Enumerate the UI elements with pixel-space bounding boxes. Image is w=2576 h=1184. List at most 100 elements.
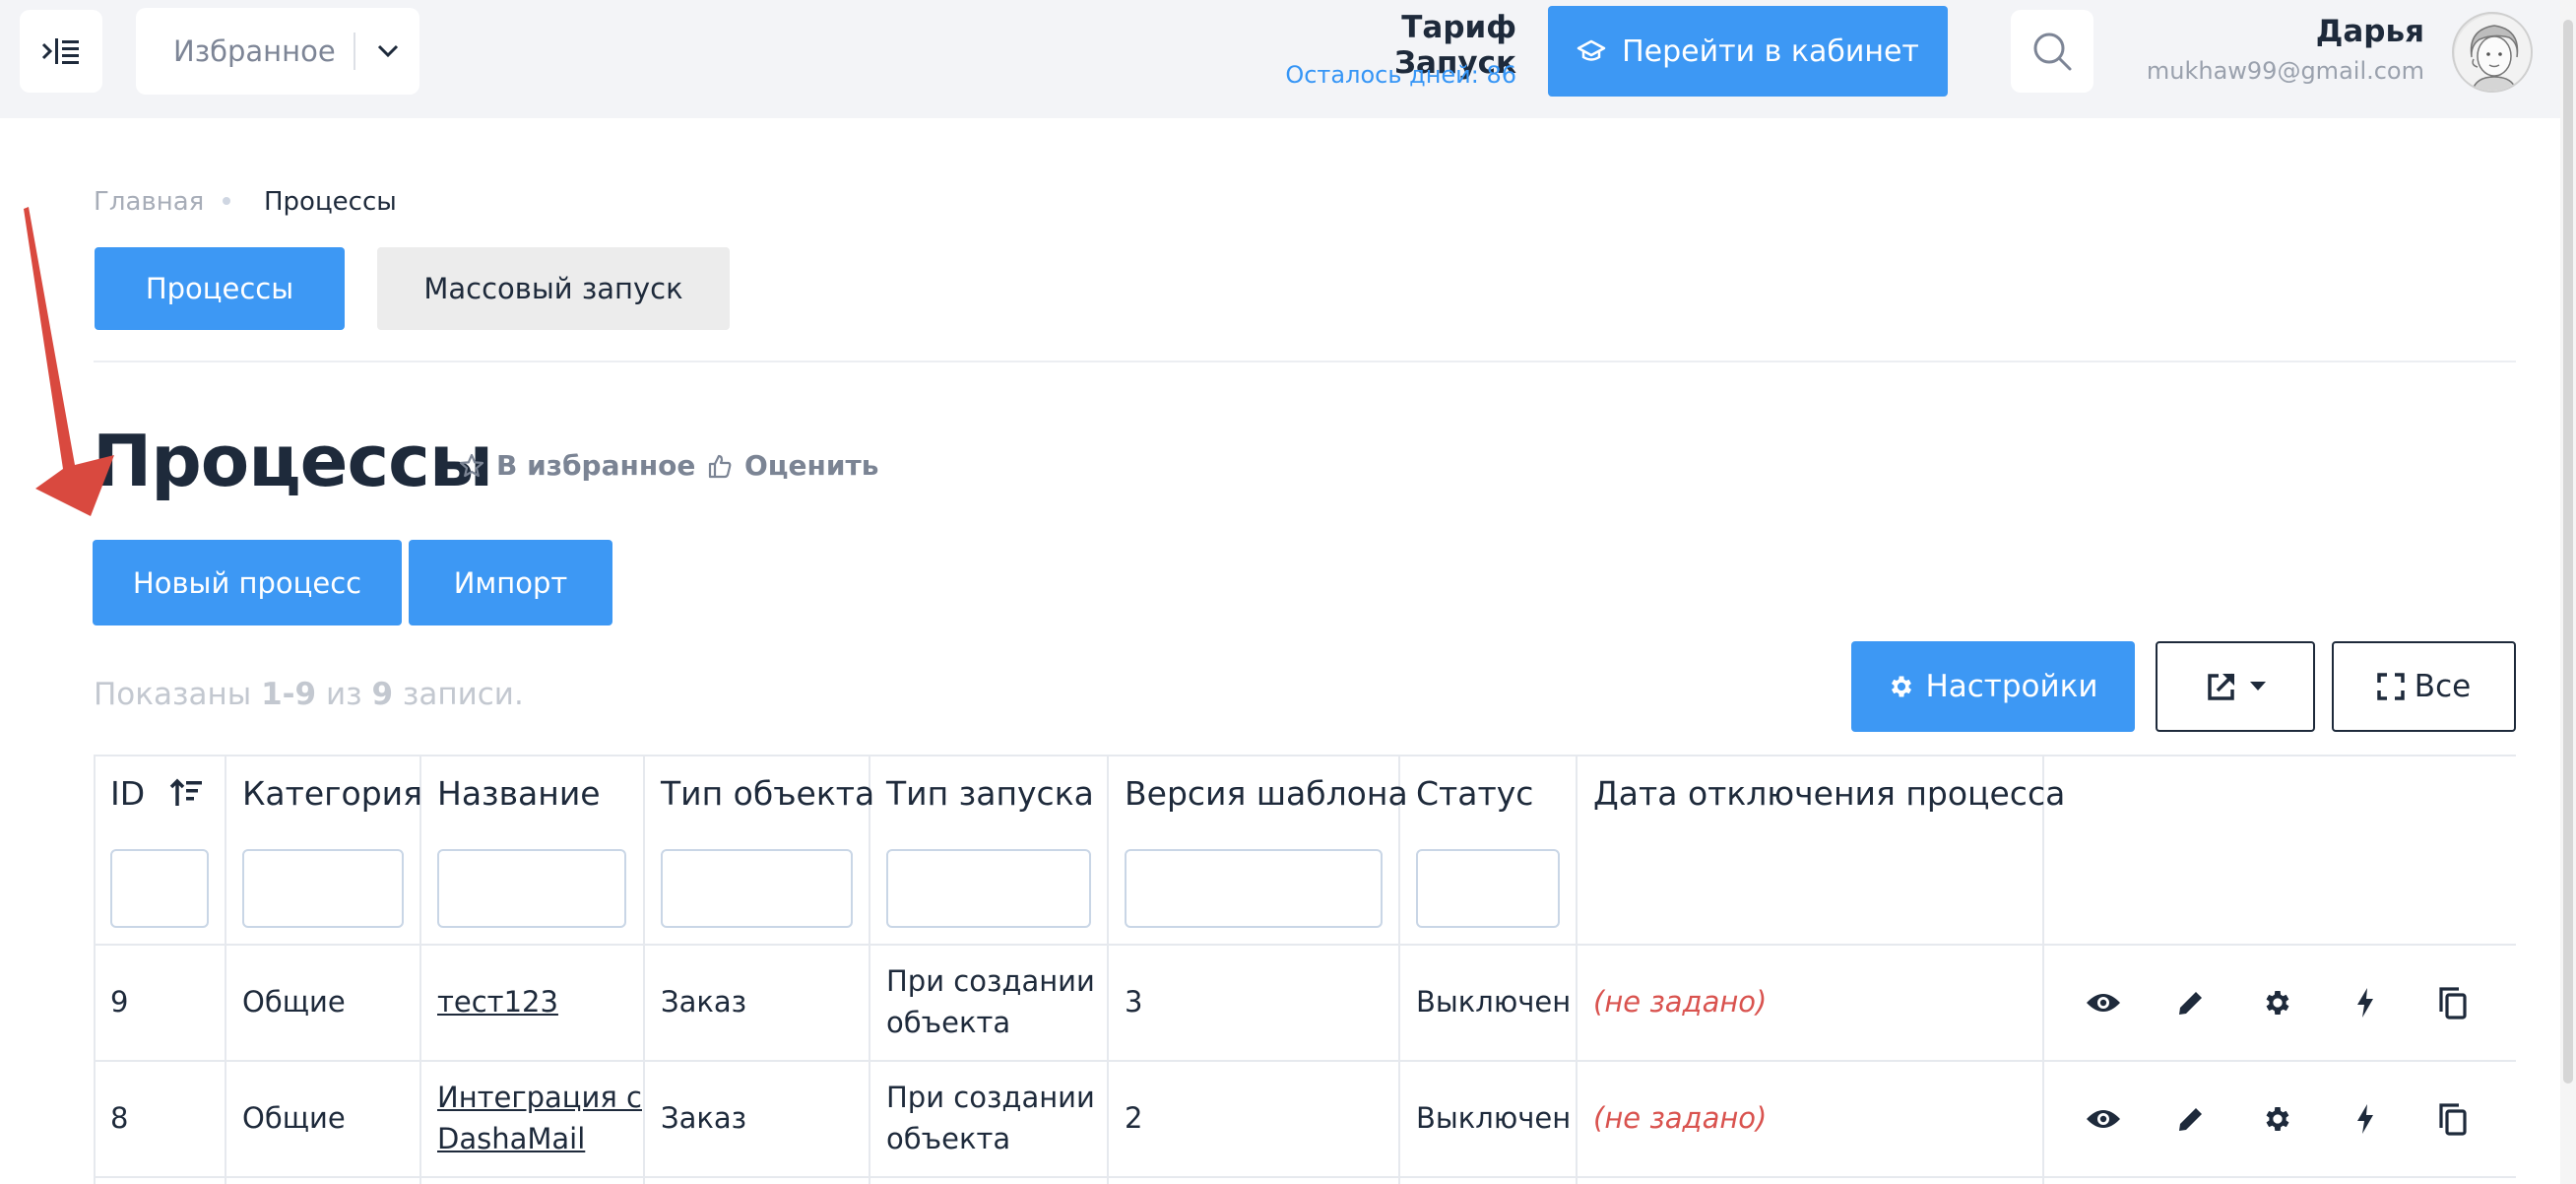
filter-status-input[interactable] [1416,849,1560,928]
col-border [2042,755,2044,1184]
col-border [419,755,421,1184]
column-header-status[interactable]: Статус [1416,774,1533,813]
row-1-version: 3 [1125,985,1143,1019]
table-header-border [94,944,2516,946]
page-title: Процессы [93,420,493,502]
row-2-status: Выключен [1416,1101,1572,1135]
row-2-disable-date: (не задано) [1593,1101,1768,1135]
column-header-id[interactable]: ID [110,774,203,813]
copy-icon[interactable] [2433,1099,2473,1139]
column-header-name[interactable]: Название [437,774,601,813]
favorites-label: Избранное [173,34,336,68]
col-border [1107,755,1109,1184]
records-summary-suffix: записи. [393,677,524,712]
external-link-icon [2208,673,2235,700]
row-2-id: 8 [110,1101,129,1135]
sidebar-toggle-button[interactable] [20,10,102,93]
col-border [225,755,226,1184]
row-2-name-link-line2[interactable]: DashaMail [437,1118,585,1159]
settings-button[interactable]: Настройки [1851,641,2135,732]
col-border [643,755,645,1184]
filter-id-input[interactable] [110,849,209,928]
filter-name-input[interactable] [437,849,626,928]
rate-link[interactable]: Оценить [707,449,878,482]
tariff-days-left: Осталось дней: 86 [1285,61,1516,89]
search-icon [2033,33,2072,71]
red-arrow-annotation [24,207,114,516]
bolt-icon[interactable] [2346,1099,2385,1139]
pencil-icon[interactable] [2171,983,2211,1022]
copy-icon[interactable] [2433,983,2473,1022]
table-border-top [94,755,2516,756]
col-border [1398,755,1400,1184]
eye-icon[interactable] [2084,1099,2123,1139]
gear-icon[interactable] [2258,1099,2297,1139]
pencil-icon[interactable] [2171,1099,2211,1139]
records-summary-prefix: Показаны [94,677,262,712]
show-all-label: Все [2414,669,2472,704]
breadcrumb-current: Процессы [264,187,397,217]
row-1-name-link[interactable]: тест123 [437,981,558,1022]
row-1-launch-type-line1: При создании [886,964,1095,998]
go-to-cabinet-label: Перейти в кабинет [1622,33,1919,69]
thumbs-up-icon [708,454,732,478]
caret-down-icon [2250,682,2266,691]
gear-icon [1892,676,1912,697]
row-2-name-link[interactable]: Интеграция с [437,1077,642,1118]
table-row-border [94,1176,2516,1178]
row-2-category: Общие [242,1101,346,1135]
import-button[interactable]: Импорт [409,540,612,625]
add-to-favorites-label: В избранное [496,449,696,482]
add-to-favorites-link[interactable]: В избранное [459,449,695,482]
row-1-category: Общие [242,985,346,1019]
table-row-border [94,1060,2516,1062]
gear-icon[interactable] [2258,983,2297,1022]
show-all-button[interactable]: Все [2332,641,2516,732]
bolt-icon[interactable] [2346,983,2385,1022]
records-range: 1-9 [261,677,317,712]
tab-mass-launch[interactable]: Массовый запуск [377,247,730,330]
column-header-object-type[interactable]: Тип объекта [661,774,874,813]
row-1-launch-type-line2: объекта [886,1006,1011,1039]
records-summary-mid: из [316,677,372,712]
search-button[interactable] [2011,10,2093,93]
chevron-down-icon[interactable] [377,44,399,58]
scrollbar-thumb[interactable] [2563,20,2573,1084]
favorites-separator [354,33,355,70]
avatar[interactable] [2452,12,2533,93]
column-header-template-version[interactable]: Версия шаблона [1125,774,1408,813]
settings-label: Настройки [1925,669,2098,704]
graduation-cap-icon [1577,39,1606,61]
records-summary: Показаны 1-9 из 9 записи. [94,677,524,712]
col-border [869,755,870,1184]
filter-object-type-input[interactable] [661,849,853,928]
filter-category-input[interactable] [242,849,404,928]
row-1-disable-date: (не задано) [1593,985,1768,1019]
go-to-cabinet-button[interactable]: Перейти в кабинет [1548,6,1948,97]
section-divider [94,361,2516,362]
fullscreen-icon [2377,673,2405,700]
row-2-launch-type-line2: объекта [886,1122,1011,1155]
column-header-disable-date[interactable]: Дата отключения процесса [1593,774,2065,813]
filter-template-version-input[interactable] [1125,849,1383,928]
col-border [1576,755,1578,1184]
row-1-status: Выключен [1416,985,1572,1019]
new-process-button[interactable]: Новый процесс [93,540,402,625]
breadcrumb-separator [223,197,230,205]
column-header-id-label: ID [110,774,146,813]
row-2-object-type: Заказ [661,1101,747,1135]
column-header-launch-type[interactable]: Тип запуска [886,774,1094,813]
column-header-category[interactable]: Категория [242,774,422,813]
user-email: mukhaw99@gmail.com [2146,57,2424,85]
favorites-dropdown[interactable]: Избранное [136,8,419,95]
user-name: Дарья [2315,14,2424,49]
rate-label: Оценить [744,449,879,482]
export-dropdown-button[interactable] [2156,641,2315,732]
top-header: Избранное Тариф Запуск Осталось дней: 86… [0,0,2576,118]
sort-icon[interactable] [169,778,203,808]
col-border [94,755,96,1184]
filter-launch-type-input[interactable] [886,849,1091,928]
eye-icon[interactable] [2084,983,2123,1022]
row-1-id: 9 [110,985,129,1019]
records-total: 9 [371,677,394,712]
